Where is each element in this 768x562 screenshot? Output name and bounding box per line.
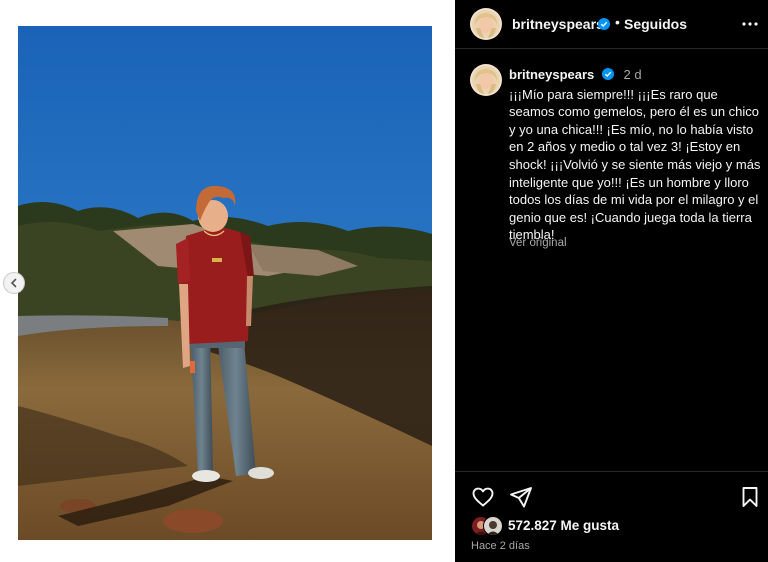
photo-pane bbox=[0, 0, 455, 562]
author-username[interactable]: britneyspears bbox=[512, 16, 604, 32]
post-header: britneyspears • Seguidos bbox=[455, 0, 768, 48]
comment-time[interactable]: 2 d bbox=[624, 67, 642, 82]
see-original-link[interactable]: Ver original bbox=[509, 237, 567, 249]
post-photo-image bbox=[18, 26, 432, 540]
more-options-icon[interactable] bbox=[740, 14, 760, 34]
likes-count[interactable]: 572.827 Me gusta bbox=[508, 518, 619, 533]
likes-row: 572.827 Me gusta bbox=[471, 516, 761, 536]
bookmark-icon[interactable] bbox=[738, 485, 762, 509]
post-photo[interactable] bbox=[18, 26, 432, 540]
heart-icon[interactable] bbox=[471, 485, 495, 509]
separator-dot: • bbox=[615, 14, 620, 30]
liker-avatar[interactable] bbox=[483, 516, 503, 536]
action-bar bbox=[455, 482, 768, 512]
author-avatar[interactable] bbox=[470, 8, 502, 40]
chevron-left-icon bbox=[10, 278, 17, 288]
comment-author-avatar[interactable] bbox=[470, 64, 502, 96]
paper-plane-icon[interactable] bbox=[509, 485, 533, 509]
verified-badge-icon bbox=[598, 18, 610, 30]
caption-comment: britneyspears 2 d ¡¡¡Mío para siempre!!!… bbox=[509, 66, 763, 244]
post-details-panel: britneyspears • Seguidos britneyspears 2… bbox=[455, 0, 768, 562]
caption-text: ¡¡¡Mío para siempre!!! ¡¡¡Es raro que se… bbox=[509, 86, 761, 243]
actions-divider bbox=[455, 471, 768, 472]
comment-username[interactable]: britneyspears bbox=[509, 67, 594, 82]
header-divider bbox=[455, 48, 768, 49]
post-timestamp[interactable]: Hace 2 días bbox=[471, 540, 530, 552]
previous-photo-button[interactable] bbox=[3, 272, 25, 294]
verified-badge-icon bbox=[601, 68, 614, 80]
following-button[interactable]: Seguidos bbox=[624, 16, 687, 32]
